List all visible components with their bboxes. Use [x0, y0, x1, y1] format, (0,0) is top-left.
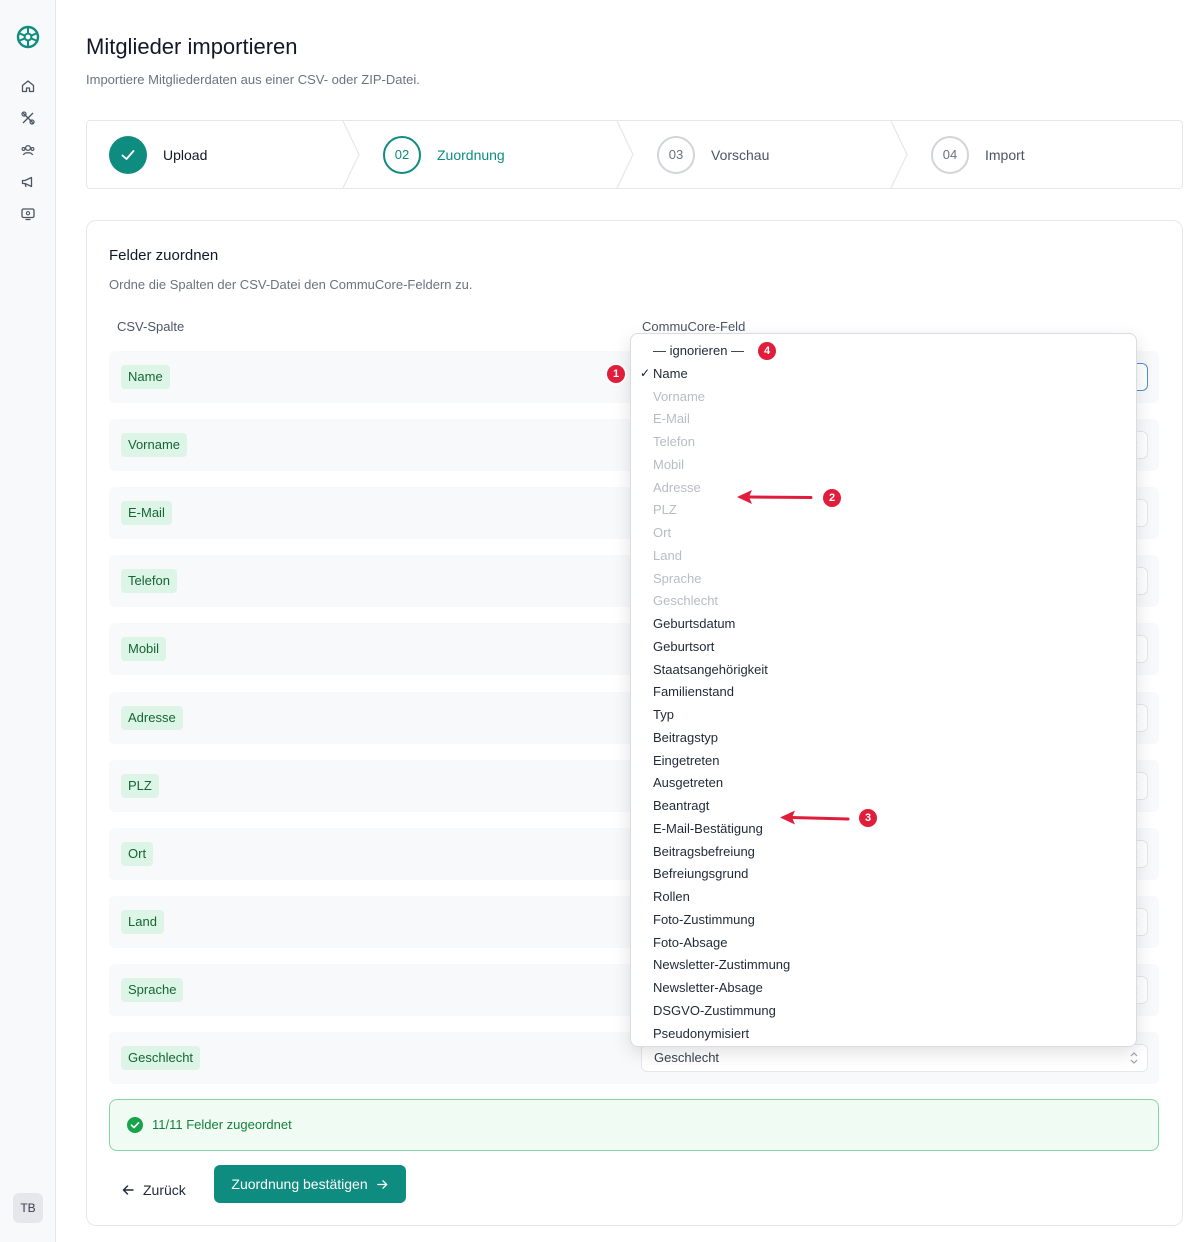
dropdown-option: Telefon [653, 434, 695, 449]
dropdown-option: Land [653, 547, 682, 563]
selected-check-icon: ✓ [640, 366, 651, 380]
dropdown-option: Sprache [653, 570, 702, 586]
dropdown-option[interactable]: Name [653, 364, 688, 384]
csv-column-chip: Geschlecht [121, 1046, 201, 1070]
annotation-badge-4: 4 [758, 342, 776, 360]
step-upload[interactable]: Upload [109, 121, 207, 188]
page-title: Mitglieder importieren [86, 34, 298, 59]
check-icon [121, 149, 135, 160]
dropdown-option[interactable]: Befreiungsgrund [653, 864, 748, 884]
field-select-value: Geschlecht [654, 1050, 720, 1065]
confirm-mapping-button[interactable]: Zuordnung bestätigen [214, 1165, 406, 1203]
csv-column-chip: Mobil [121, 637, 167, 662]
step-separator [342, 121, 360, 188]
column-header-field: CommuCore-Feld [642, 319, 746, 334]
annotation-badge-2: 2 [823, 489, 841, 507]
step-label: Upload [163, 146, 208, 163]
monitor-icon[interactable] [20, 206, 36, 222]
annotation-arrow-2 [737, 490, 813, 504]
csv-column-chip: Sprache [121, 977, 184, 1002]
status-banner: 11/11 Felder zugeordnet [109, 1099, 1159, 1151]
megaphone-icon[interactable] [20, 174, 36, 190]
dropdown-option[interactable]: Beitragstyp [653, 728, 718, 748]
back-label: Zurück [143, 1182, 186, 1198]
chevron-up-down-icon [1130, 1052, 1138, 1064]
card-title: Felder zuordnen [109, 247, 219, 264]
step-number: 03 [657, 135, 695, 174]
avatar[interactable]: TB [13, 1193, 43, 1223]
dropdown-option: E-Mail [653, 411, 690, 427]
step-import[interactable]: 04 Import [931, 121, 1025, 188]
step-number: 04 [931, 135, 969, 174]
step-done-indicator [109, 135, 147, 174]
arrow-left-icon [122, 1185, 134, 1195]
dropdown-option[interactable]: Beitragsbefreiung [653, 842, 755, 862]
step-label: Vorschau [711, 146, 770, 163]
dropdown-option[interactable]: Geburtsdatum [653, 614, 735, 634]
csv-column-chip: Adresse [121, 705, 183, 730]
step-separator [616, 121, 634, 188]
dropdown-option[interactable]: Typ [653, 705, 674, 725]
annotation-badge-3: 3 [859, 809, 877, 827]
dropdown-option[interactable]: Ausgetreten [653, 773, 723, 793]
csv-column-chip: PLZ [121, 773, 159, 798]
step-label: Zuordnung [437, 146, 505, 163]
dropdown-option[interactable]: Staatsangehörigkeit [653, 660, 768, 680]
dropdown-option[interactable]: Foto-Absage [653, 933, 727, 953]
annotation-arrow-3 [780, 810, 850, 825]
stepper: Upload 02 Zuordnung 03 Vorschau 04 Impor… [86, 120, 1183, 189]
logo-icon[interactable] [15, 24, 41, 50]
status-text: 11/11 Felder zugeordnet [152, 1117, 292, 1132]
step-separator [890, 121, 908, 188]
dropdown-option[interactable]: — ignorieren — [653, 341, 744, 361]
csv-column-chip: Ort [121, 841, 154, 866]
card-description: Ordne die Spalten der CSV-Datei den Comm… [109, 277, 473, 292]
dropdown-option[interactable]: E-Mail-Bestätigung [653, 819, 763, 839]
csv-column-chip: Land [121, 909, 164, 934]
annotation-badge-1: 1 [607, 365, 625, 383]
dropdown-option: Adresse [653, 479, 701, 495]
step-label: Import [985, 146, 1025, 163]
page-subtitle: Importiere Mitgliederdaten aus einer CSV… [86, 72, 420, 87]
arrow-right-icon [376, 1179, 387, 1189]
sidebar: TB [0, 0, 56, 1242]
dropdown-option: Vorname [653, 388, 706, 404]
csv-column-chip: Telefon [121, 569, 177, 594]
dropdown-option[interactable]: Beantragt [653, 796, 709, 816]
column-header-csv: CSV-Spalte [117, 319, 185, 334]
csv-column-chip: Name [121, 365, 170, 389]
check-circle-icon [127, 1117, 143, 1133]
confirm-label: Zuordnung bestätigen [231, 1176, 368, 1192]
step-vorschau[interactable]: 03 Vorschau [657, 121, 769, 188]
dropdown-option[interactable]: Foto-Zustimmung [653, 910, 755, 930]
members-icon[interactable] [20, 142, 36, 158]
dropdown-option[interactable]: DSGVO-Zustimmung [653, 1001, 776, 1021]
step-number: 02 [383, 135, 421, 174]
dropdown-option[interactable]: Newsletter-Zustimmung [653, 955, 790, 975]
page: TB Mitglieder importieren Importiere Mit… [0, 0, 1200, 1242]
csv-column-chip: Vorname [121, 433, 188, 458]
dropdown-option: Geschlecht [653, 593, 719, 609]
dropdown-option: Ort [653, 525, 672, 540]
field-select[interactable]: Geschlecht [641, 1044, 1148, 1072]
dropdown-option[interactable]: Geburtsort [653, 637, 714, 657]
home-icon[interactable] [20, 78, 36, 94]
dropdown-option[interactable]: Familienstand [653, 682, 734, 702]
csv-column-chip: E-Mail [121, 501, 172, 526]
dropdown-option: PLZ [653, 502, 677, 518]
dropdown-option: Mobil [653, 456, 685, 472]
dropdown-option[interactable]: Rollen [653, 887, 690, 907]
field-select-dropdown[interactable]: ✓ — ignorieren — Name Vorname E-Mail Telefon… [630, 333, 1137, 1047]
step-zuordnung[interactable]: 02 Zuordnung [383, 121, 505, 188]
tools-icon[interactable] [20, 110, 36, 126]
dropdown-option[interactable]: Newsletter-Absage [653, 978, 763, 998]
dropdown-option[interactable]: Pseudonymisiert [653, 1024, 749, 1044]
back-button[interactable]: Zurück [121, 1176, 186, 1204]
dropdown-option[interactable]: Eingetreten [653, 751, 720, 771]
